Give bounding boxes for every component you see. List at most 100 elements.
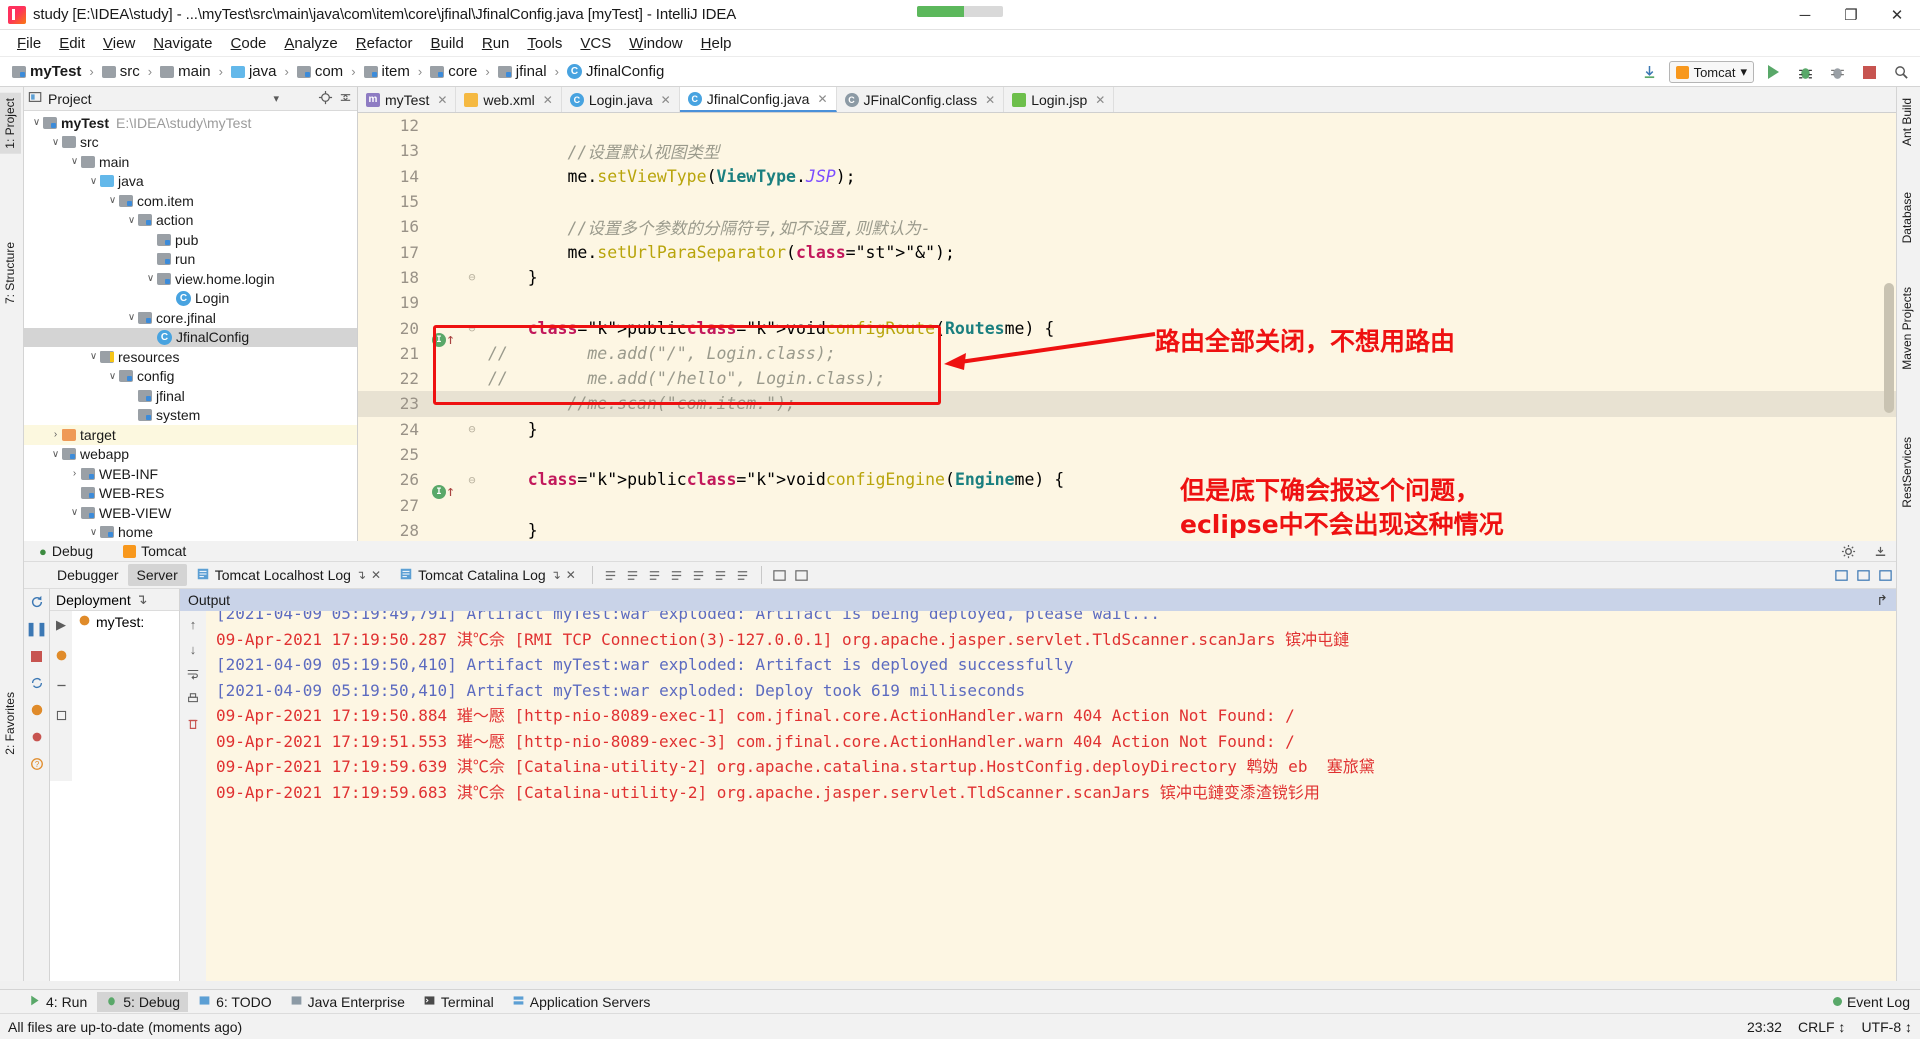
restore-icon[interactable] xyxy=(1852,565,1874,585)
close-icon[interactable]: ✕ xyxy=(543,93,553,107)
menu-item-navigate[interactable]: Navigate xyxy=(144,33,221,54)
tree-node-com-item[interactable]: ∨ com.item xyxy=(24,191,357,211)
tree-expand-arrow[interactable]: ∨ xyxy=(30,117,43,128)
implements-method-icon[interactable]: I xyxy=(432,484,446,499)
run-button[interactable] xyxy=(1760,59,1786,85)
run-configuration-selector[interactable]: Tomcat ▾ xyxy=(1668,61,1754,83)
close-icon[interactable]: ✕ xyxy=(566,568,576,582)
status-line-separator[interactable]: CRLF ↕ xyxy=(1798,1019,1845,1035)
breadcrumb-item-com[interactable]: com xyxy=(295,62,345,81)
minimize-button[interactable]: ─ xyxy=(1782,0,1828,30)
debug-tab-tomcat-localhost-log[interactable]: Tomcat Localhost Log ↴ ✕ xyxy=(187,564,390,587)
menu-item-window[interactable]: Window xyxy=(620,33,691,54)
code-fold-icon[interactable]: ⊖ xyxy=(456,473,488,487)
list-icon[interactable] xyxy=(600,565,622,585)
menu-item-file[interactable]: File xyxy=(8,33,50,54)
step-down-icon[interactable] xyxy=(666,565,688,585)
browser-icon[interactable] xyxy=(26,700,48,720)
tree-node-webapp[interactable]: ∨ webapp xyxy=(24,445,357,465)
sidebar-item-project[interactable]: 1: Project xyxy=(0,93,21,154)
menu-item-analyze[interactable]: Analyze xyxy=(275,33,346,54)
restart-icon[interactable] xyxy=(26,592,48,612)
locate-icon[interactable] xyxy=(318,90,333,108)
bottom-tab-application-servers[interactable]: Application Servers xyxy=(504,992,659,1012)
menu-item-edit[interactable]: Edit xyxy=(50,33,94,54)
mute-icon[interactable] xyxy=(710,565,732,585)
sidebar-item-structure[interactable]: 7: Structure xyxy=(0,237,21,309)
debug-tab-server[interactable]: Server xyxy=(127,564,187,586)
tree-node-core-jfinal[interactable]: ∨ core.jfinal xyxy=(24,308,357,328)
menu-item-view[interactable]: View xyxy=(94,33,144,54)
pin-icon[interactable]: ↴ xyxy=(136,591,148,608)
menu-item-refactor[interactable]: Refactor xyxy=(347,33,422,54)
coverage-button[interactable] xyxy=(1824,59,1850,85)
soft-wrap-icon[interactable] xyxy=(182,664,204,684)
editor-tab-jfinalconfig-class[interactable]: C JFinalConfig.class ✕ xyxy=(837,87,1005,112)
tree-node-resources[interactable]: ∨ resources xyxy=(24,347,357,367)
deployment-item-myTest[interactable]: myTest: xyxy=(72,611,179,633)
tree-node-action[interactable]: ∨ action xyxy=(24,211,357,231)
code-fold-icon[interactable]: ⊖ xyxy=(456,270,488,284)
tree-expand-arrow[interactable]: ∨ xyxy=(87,527,100,538)
tree-expand-arrow[interactable]: ∨ xyxy=(68,507,81,518)
editor-tab-login-java[interactable]: C Login.java ✕ xyxy=(562,87,680,112)
tree-node-src[interactable]: ∨ src xyxy=(24,133,357,153)
hide-icon[interactable] xyxy=(1873,544,1888,562)
tree-node-web-res[interactable]: WEB-RES xyxy=(24,484,357,504)
close-icon[interactable]: ✕ xyxy=(371,568,381,582)
settings-icon[interactable] xyxy=(1841,544,1856,562)
expand-arrow-icon[interactable]: ▶ xyxy=(50,615,72,635)
editor-tab-mytest[interactable]: m myTest ✕ xyxy=(358,87,457,112)
tree-node-mytest[interactable]: ∨ myTest E:\IDEA\study\myTest xyxy=(24,113,357,133)
editor-scrollbar[interactable] xyxy=(1884,283,1894,413)
code-line-15[interactable]: 15 xyxy=(358,189,1896,214)
tree-node-main[interactable]: ∨ main xyxy=(24,152,357,172)
wrap-icon[interactable] xyxy=(791,565,813,585)
tree-expand-arrow[interactable]: ∨ xyxy=(49,137,62,148)
bottom-tab-4-run[interactable]: 4: Run xyxy=(20,992,95,1012)
debug-button[interactable] xyxy=(1792,59,1818,85)
collapse-down-icon[interactable] xyxy=(644,565,666,585)
tree-node-jfinalconfig[interactable]: C JfinalConfig xyxy=(24,327,357,347)
sidebar-item-maven-projects[interactable]: Maven Projects xyxy=(1896,282,1918,375)
chevron-down-icon[interactable]: ▾ xyxy=(273,92,279,105)
filter-icon[interactable] xyxy=(732,565,754,585)
menu-item-run[interactable]: Run xyxy=(473,33,519,54)
editor-tab-jfinalconfig-java[interactable]: C JfinalConfig.java ✕ xyxy=(679,87,837,112)
tree-node-pub[interactable]: pub xyxy=(24,230,357,250)
step-out-icon[interactable] xyxy=(688,565,710,585)
tree-expand-arrow[interactable]: ∨ xyxy=(125,312,138,323)
menu-item-help[interactable]: Help xyxy=(692,33,741,54)
code-line-18[interactable]: 18 ⊖ } xyxy=(358,265,1896,290)
scroll-up-icon[interactable]: ↑ xyxy=(182,614,204,634)
code-line-16[interactable]: 16 //设置多个参数的分隔符号,如不设置,则默认为- xyxy=(358,214,1896,239)
hide-output-icon[interactable]: ↱ xyxy=(1876,592,1888,609)
close-icon[interactable]: ✕ xyxy=(1095,93,1105,107)
debug-tab-tomcat-catalina-log[interactable]: Tomcat Catalina Log ↴ ✕ xyxy=(390,564,585,587)
tree-node-target[interactable]: › target xyxy=(24,425,357,445)
close-icon[interactable]: ✕ xyxy=(985,93,995,107)
code-fold-icon[interactable]: ⊖ xyxy=(456,321,488,335)
code-line-25[interactable]: 25 xyxy=(358,442,1896,467)
sidebar-item-restservices[interactable]: RestServices xyxy=(1896,432,1918,513)
layout-icon[interactable] xyxy=(1830,565,1852,585)
collapse-all-icon[interactable] xyxy=(338,90,353,108)
menu-item-vcs[interactable]: VCS xyxy=(571,33,620,54)
breadcrumb-item-main[interactable]: main xyxy=(158,62,213,81)
stop-button[interactable] xyxy=(1856,59,1882,85)
tree-expand-arrow[interactable]: ∨ xyxy=(106,371,119,382)
breadcrumb-item-jfinal[interactable]: jfinal xyxy=(496,62,549,81)
tree-expand-arrow[interactable]: › xyxy=(68,468,81,479)
close-icon[interactable]: ✕ xyxy=(661,93,671,107)
close-icon[interactable]: ✕ xyxy=(437,93,447,107)
tree-expand-arrow[interactable]: ∨ xyxy=(125,215,138,226)
code-line-24[interactable]: 24 ⊖ } xyxy=(358,417,1896,442)
code-line-28[interactable]: 28 } xyxy=(358,518,1896,543)
breadcrumb-item-mytest[interactable]: myTest xyxy=(10,62,83,81)
expand-all-icon[interactable] xyxy=(622,565,644,585)
tree-node-run[interactable]: run xyxy=(24,250,357,270)
implements-method-icon[interactable]: I xyxy=(432,333,446,348)
bottom-tab-6-todo[interactable]: 6: TODO xyxy=(190,992,280,1012)
pin-icon[interactable]: ↴ xyxy=(551,568,561,582)
print-icon[interactable] xyxy=(182,689,204,709)
